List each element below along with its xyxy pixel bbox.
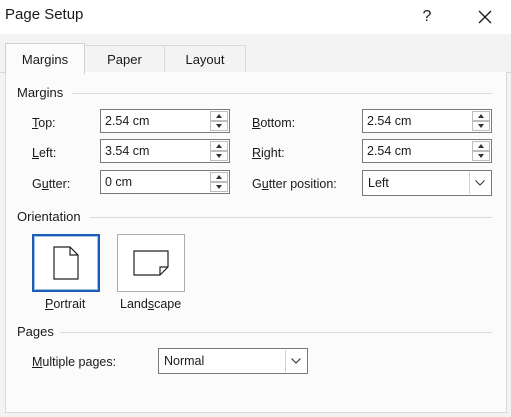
right-margin-field[interactable]: 2.54 cm [362,139,492,163]
pages-group-line [60,332,492,333]
gutter-label: Gutter: [32,177,71,191]
down-arrow-icon [478,154,484,158]
orientation-group-title: Orientation [17,209,81,224]
right-margin-value: 2.54 cm [367,144,412,158]
bottom-spin-down[interactable] [472,121,490,131]
right-spin-down[interactable] [472,151,490,161]
down-arrow-icon [216,124,222,128]
bottom-margin-value: 2.54 cm [367,114,412,128]
top-label: Top: [32,116,56,130]
dialog-title: Page Setup [5,6,84,23]
tab-layout[interactable]: Layout [164,45,246,73]
up-arrow-icon [478,144,484,148]
tab-margins-label: Margins [21,51,69,67]
tab-layout-label: Layout [185,52,225,67]
bottom-spin-up[interactable] [472,111,490,121]
close-icon [478,10,492,24]
up-arrow-icon [216,144,222,148]
gutter-position-value: Left [368,176,389,190]
gutter-value: 0 cm [105,175,133,189]
gutter-spin-up[interactable] [210,172,228,182]
gutter-position-select[interactable]: Left [362,170,492,196]
bottom-label: Bottom: [252,116,296,130]
chevron-down-icon [475,180,485,186]
pages-group-title: Pages [17,324,54,339]
right-label: Right: [252,146,285,160]
gutter-position-label: Gutter position: [252,177,337,191]
left-spin-down[interactable] [210,151,228,161]
up-arrow-icon [216,175,222,179]
left-label: Left: [32,146,57,160]
down-arrow-icon [478,124,484,128]
left-spin-up[interactable] [210,141,228,151]
left-margin-field[interactable]: 3.54 cm [100,139,230,163]
multiple-pages-value: Normal [164,354,205,368]
right-spin-up[interactable] [472,141,490,151]
gutter-spin-down[interactable] [210,182,228,192]
margins-group-title: Margins [17,85,64,100]
chevron-down-icon [291,358,301,364]
tab-paper-label: Paper [107,52,142,67]
orientation-group-line [90,217,492,218]
down-arrow-icon [216,154,222,158]
up-arrow-icon [478,114,484,118]
top-margin-value: 2.54 cm [105,114,150,128]
left-margin-value: 3.54 cm [105,144,150,158]
bottom-margin-field[interactable]: 2.54 cm [362,109,492,133]
multiple-pages-label: Multiple pages: [32,355,117,369]
up-arrow-icon [216,114,222,118]
margins-group-line [72,93,492,94]
close-button[interactable] [463,0,507,34]
gutter-field[interactable]: 0 cm [100,170,230,194]
landscape-option[interactable] [117,234,185,292]
tab-paper[interactable]: Paper [83,45,166,73]
help-icon: ? [422,8,432,25]
portrait-page-icon [53,246,79,280]
landscape-label: Landscape [120,297,182,311]
top-spin-up[interactable] [210,111,228,121]
top-spin-down[interactable] [210,121,228,131]
portrait-option[interactable] [32,234,100,292]
portrait-label: Portrait [45,297,86,311]
down-arrow-icon [216,185,222,189]
multiple-pages-select[interactable]: Normal [158,348,308,374]
tab-margins[interactable]: Margins [5,43,85,74]
landscape-page-icon [133,250,169,276]
multiple-pages-dropdown[interactable] [285,350,306,372]
help-button[interactable]: ? [405,0,449,34]
gutter-position-dropdown[interactable] [469,172,490,194]
top-margin-field[interactable]: 2.54 cm [100,109,230,133]
